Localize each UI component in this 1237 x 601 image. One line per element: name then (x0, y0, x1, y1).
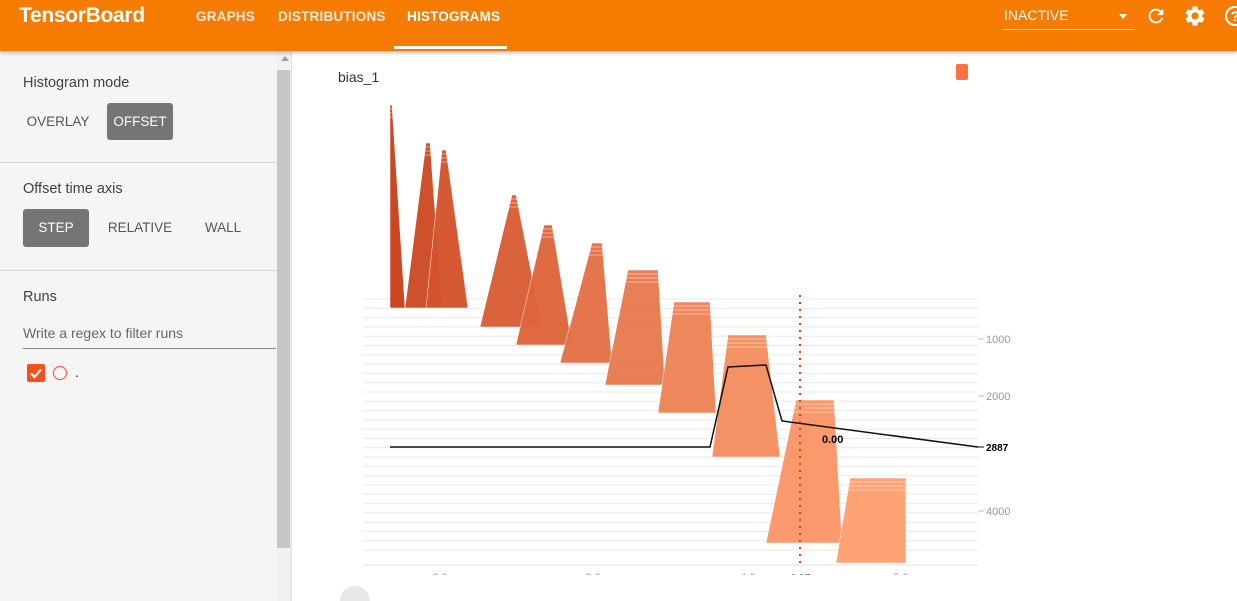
sidebar-scrollbar-thumb[interactable] (277, 70, 290, 548)
divider (0, 270, 277, 271)
relative-button[interactable]: RELATIVE (102, 209, 178, 247)
histogram-mode-title: Histogram mode (23, 75, 130, 91)
top-app-bar: TensorBoard GRAPHS DISTRIBUTIONS HISTOGR… (0, 0, 1237, 51)
expand-button[interactable] (340, 586, 370, 601)
divider (0, 162, 277, 163)
histogram-slice (389, 104, 406, 309)
active-tab-indicator (394, 46, 507, 49)
y-tick-label: 2887 (986, 443, 1009, 454)
wall-button[interactable]: WALL (193, 209, 253, 247)
overlay-button[interactable]: OVERLAY (23, 104, 93, 140)
run-label: . (75, 364, 79, 380)
step-button[interactable]: STEP (23, 209, 89, 247)
checkmark-icon (30, 368, 42, 379)
run-checkbox[interactable] (27, 364, 45, 382)
offset-button[interactable]: OFFSET (107, 103, 173, 140)
histogram-slice (765, 399, 843, 544)
y-tick-label: 4000 (986, 506, 1010, 518)
help-icon[interactable]: ? (1225, 6, 1237, 26)
run-dropdown[interactable]: INACTIVE (1003, 6, 1135, 30)
y-tick-label: 1000 (986, 334, 1010, 346)
x-tick-label: 3.0 (585, 572, 600, 575)
sidebar-border (291, 51, 292, 601)
tab-distributions[interactable]: DISTRIBUTIONS (278, 9, 386, 24)
y-tick-label: 2000 (986, 391, 1010, 403)
histogram-slice (559, 242, 613, 364)
histogram-slice (835, 477, 907, 564)
histogram-slice (657, 301, 717, 414)
tab-histograms[interactable]: HISTOGRAMS (407, 9, 500, 24)
x-tick-label: 4.0 (740, 572, 755, 575)
run-dropdown-value: INACTIVE (1004, 7, 1069, 23)
histogram-chart[interactable]: 2.0 3.0 4.0 5.0 4.35 1000 2000 2887 4000 0.00 (330, 95, 1030, 575)
scroll-up-icon[interactable] (281, 56, 289, 61)
run-filter-input[interactable]: Write a regex to filter runs (23, 325, 276, 349)
hover-x-label: 4.35 (789, 573, 810, 575)
run-color-tag[interactable] (956, 64, 968, 80)
runs-title: Runs (23, 289, 57, 305)
app-title: TensorBoard (19, 4, 145, 27)
settings-icon[interactable] (1183, 4, 1207, 28)
x-tick-label: 5.0 (893, 572, 908, 575)
hover-value-label: 0.00 (822, 434, 843, 446)
refresh-icon[interactable] (1145, 4, 1167, 28)
histogram-card-title: bias_1 (338, 69, 380, 85)
histogram-slice (604, 269, 666, 386)
offset-time-axis-title: Offset time axis (23, 181, 123, 197)
run-color-indicator (53, 366, 67, 380)
tab-graphs[interactable]: GRAPHS (196, 9, 255, 24)
x-tick-label: 2.0 (432, 572, 447, 575)
dropdown-caret-icon (1119, 14, 1127, 19)
